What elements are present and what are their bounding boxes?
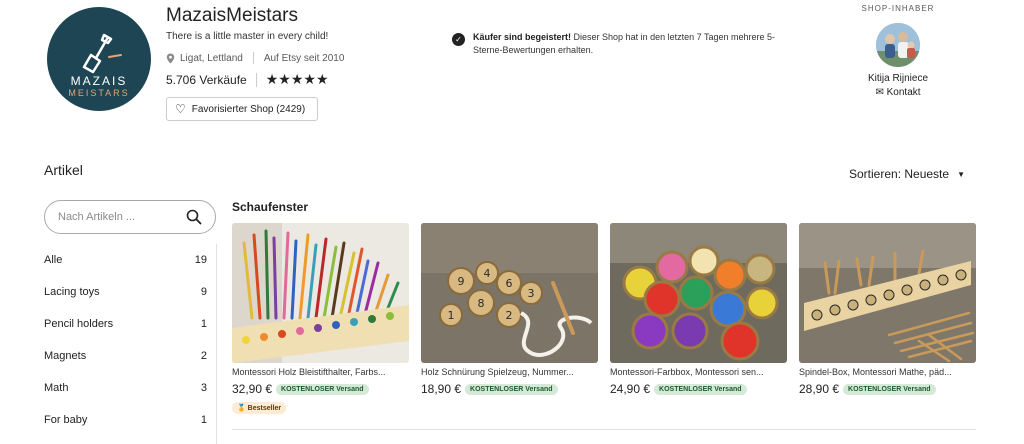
favorite-shop-button[interactable]: ♡ Favorisierter Shop (2429) bbox=[166, 97, 318, 121]
medal-icon: 🏅 bbox=[237, 405, 248, 412]
item-search[interactable] bbox=[44, 200, 216, 234]
location-pin-icon bbox=[166, 53, 175, 63]
category-count: 1 bbox=[200, 414, 207, 426]
category-divider bbox=[216, 244, 217, 444]
shop-since: Auf Etsy seit 2010 bbox=[263, 52, 345, 64]
category-item-lacing-toys[interactable]: Lacing toys 9 bbox=[44, 276, 216, 308]
price-row: 18,90 € KOSTENLOSER Versand bbox=[421, 382, 598, 396]
svg-text:9: 9 bbox=[458, 275, 465, 288]
shop-logo[interactable]: MAZAIS MEISTARS bbox=[47, 7, 151, 111]
search-icon[interactable] bbox=[186, 209, 202, 225]
product-image[interactable] bbox=[610, 223, 787, 363]
category-label: Pencil holders bbox=[44, 318, 114, 330]
price-row: 28,90 € KOSTENLOSER Versand bbox=[799, 382, 976, 396]
product-title[interactable]: Montessori-Farbbox, Montessori sen... bbox=[610, 367, 787, 377]
category-item-magnets[interactable]: Magnets 2 bbox=[44, 340, 216, 372]
shop-sales[interactable]: 5.706 Verkäufe bbox=[166, 73, 247, 87]
favorite-shop-label: Favorisierter Shop (2429) bbox=[191, 103, 306, 115]
free-shipping-badge: KOSTENLOSER Versand bbox=[843, 383, 936, 395]
section-divider bbox=[232, 429, 976, 430]
rating-stars[interactable]: ★★★★★ bbox=[266, 71, 329, 88]
product-title[interactable]: Holz Schnürung Spielzeug, Nummer... bbox=[421, 367, 598, 377]
sort-label: Sortieren: Neueste bbox=[849, 167, 950, 181]
category-item-pencil-holders[interactable]: Pencil holders 1 bbox=[44, 308, 216, 340]
product-card[interactable]: Montessori Holz Bleistifthalter, Farbs..… bbox=[232, 223, 409, 415]
caret-down-icon: ▼ bbox=[957, 169, 965, 179]
product-image[interactable] bbox=[799, 223, 976, 363]
shop-owner-heading: SHOP-INHABER bbox=[861, 4, 935, 13]
category-label: Math bbox=[44, 382, 69, 394]
category-count: 3 bbox=[200, 382, 207, 394]
product-image[interactable] bbox=[232, 223, 409, 363]
svg-text:4: 4 bbox=[484, 267, 491, 280]
free-shipping-badge: KOSTENLOSER Versand bbox=[465, 383, 558, 395]
owner-avatar[interactable] bbox=[876, 23, 920, 67]
product-price: 18,90 € bbox=[421, 382, 462, 396]
meta-divider bbox=[252, 52, 254, 64]
product-card[interactable]: Montessori-Farbbox, Montessori sen... 24… bbox=[610, 223, 787, 396]
logo-text-top: MAZAIS bbox=[70, 74, 128, 88]
owner-name[interactable]: Kitija Rijniece bbox=[840, 73, 956, 84]
logo-text-bottom: MEISTARS bbox=[68, 88, 130, 98]
svg-text:1: 1 bbox=[448, 309, 455, 322]
category-count: 1 bbox=[200, 318, 207, 330]
items-heading: Artikel bbox=[44, 162, 83, 178]
product-card[interactable]: 9 4 6 3 8 2 1 Holz Schnürung Spielzeug, Numme… bbox=[421, 223, 598, 396]
svg-text:6: 6 bbox=[506, 277, 513, 290]
bestseller-label: Bestseller bbox=[247, 405, 282, 412]
product-card[interactable]: Spindel-Box, Montessori Mathe, päd... 28… bbox=[799, 223, 976, 396]
category-label: For baby bbox=[44, 414, 88, 426]
category-list: Alle 19 Lacing toys 9 Pencil holders 1 M… bbox=[44, 244, 216, 436]
product-title[interactable]: Spindel-Box, Montessori Mathe, päd... bbox=[799, 367, 976, 377]
shop-meta: Ligat, Lettland Auf Etsy seit 2010 bbox=[166, 52, 344, 64]
sort-dropdown[interactable]: Sortieren: Neueste ▼ bbox=[849, 167, 965, 181]
free-shipping-badge: KOSTENLOSER Versand bbox=[276, 383, 369, 395]
category-count: 2 bbox=[200, 350, 207, 362]
shop-name: MazaisMeistars bbox=[166, 5, 298, 26]
category-item-alle[interactable]: Alle 19 bbox=[44, 244, 216, 276]
envelope-icon: ✉ bbox=[875, 87, 884, 98]
svg-text:2: 2 bbox=[506, 309, 513, 322]
category-count: 9 bbox=[200, 286, 207, 298]
contact-label: Kontakt bbox=[886, 87, 921, 98]
category-label: Lacing toys bbox=[44, 286, 100, 298]
product-title[interactable]: Montessori Holz Bleistifthalter, Farbs..… bbox=[232, 367, 409, 377]
free-shipping-badge: KOSTENLOSER Versand bbox=[654, 383, 747, 395]
svg-text:8: 8 bbox=[478, 297, 485, 310]
shop-tagline: There is a little master in every child! bbox=[166, 31, 329, 42]
category-count: 19 bbox=[194, 254, 207, 266]
price-row: 32,90 € KOSTENLOSER Versand bbox=[232, 382, 409, 396]
price-row: 24,90 € KOSTENLOSER Versand bbox=[610, 382, 787, 396]
category-label: Alle bbox=[44, 254, 63, 266]
product-image[interactable]: 9 4 6 3 8 2 1 bbox=[421, 223, 598, 363]
category-item-math[interactable]: Math 3 bbox=[44, 372, 216, 404]
heart-icon: ♡ bbox=[175, 102, 186, 116]
showcase-heading: Schaufenster bbox=[232, 200, 309, 214]
search-input[interactable] bbox=[58, 211, 186, 223]
product-price: 24,90 € bbox=[610, 382, 651, 396]
contact-owner-link[interactable]: ✉ Kontakt bbox=[840, 87, 956, 98]
shop-location: Ligat, Lettland bbox=[180, 52, 243, 64]
chat-bubble-icon: ✓ bbox=[452, 33, 465, 46]
category-label: Magnets bbox=[44, 350, 87, 362]
product-price: 28,90 € bbox=[799, 382, 840, 396]
buyer-notice: ✓ Käufer sind begeistert! Dieser Shop ha… bbox=[452, 31, 792, 57]
category-item-for-baby[interactable]: For baby 1 bbox=[44, 404, 216, 436]
product-price: 32,90 € bbox=[232, 382, 273, 396]
bestseller-badge: 🏅 Bestseller bbox=[232, 402, 287, 414]
sales-divider bbox=[255, 72, 257, 87]
notice-headline: Käufer sind begeistert! bbox=[473, 32, 572, 42]
shop-sales-row: 5.706 Verkäufe ★★★★★ bbox=[166, 71, 329, 88]
svg-text:3: 3 bbox=[528, 287, 535, 300]
